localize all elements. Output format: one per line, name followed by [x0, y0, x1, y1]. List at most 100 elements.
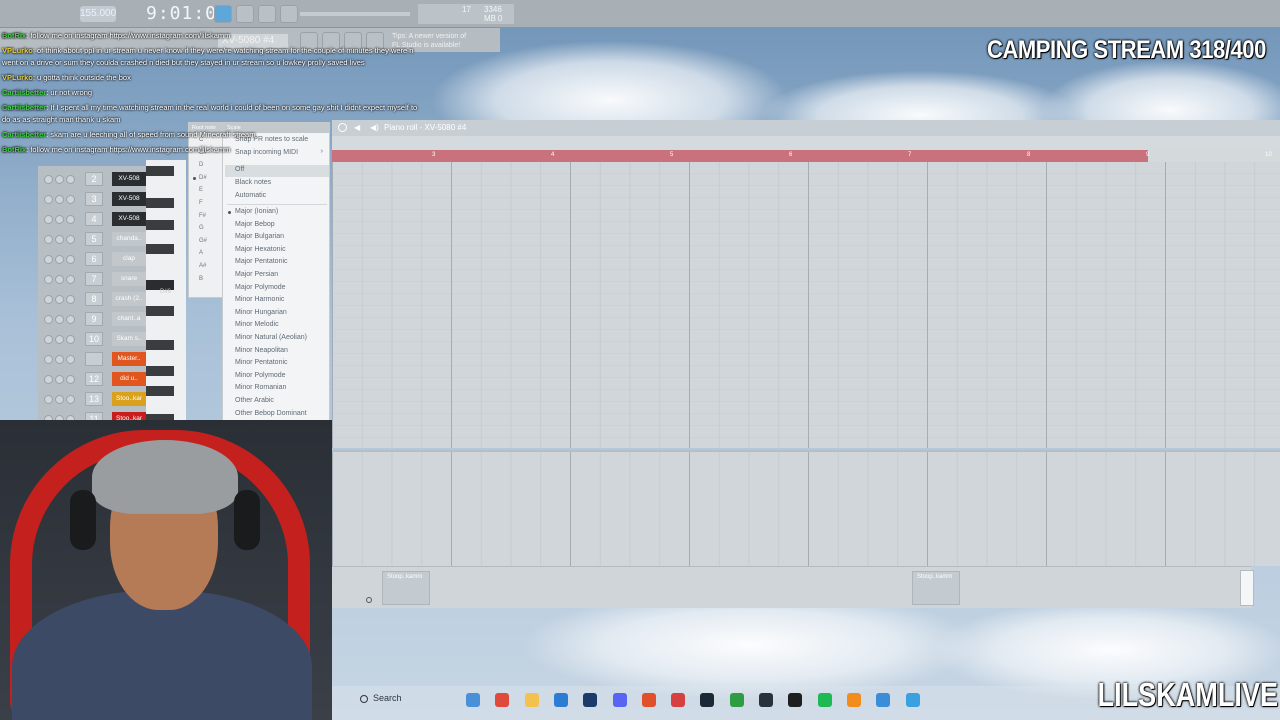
paint-icon[interactable]	[876, 693, 891, 707]
pan-knob[interactable]	[55, 335, 64, 344]
scale-item[interactable]: Minor Polymode	[235, 372, 286, 379]
scale-item[interactable]: Major Polymode	[235, 284, 286, 291]
volume-knob[interactable]	[66, 395, 75, 404]
audio-clip[interactable]: Stoop..kamm	[912, 571, 960, 605]
volume-knob[interactable]	[66, 215, 75, 224]
volume-knob[interactable]	[66, 235, 75, 244]
pan-knob[interactable]	[55, 295, 64, 304]
root-note-item[interactable]: A	[199, 250, 203, 256]
pan-knob[interactable]	[55, 395, 64, 404]
mute-led[interactable]	[44, 395, 53, 404]
channel-name-button[interactable]: did u..	[112, 372, 146, 386]
mute-led[interactable]	[44, 195, 53, 204]
piano-keyboard[interactable]: D#6	[146, 160, 186, 448]
volume-knob[interactable]	[66, 295, 75, 304]
channel-name-button[interactable]: chanda..	[112, 232, 146, 246]
task-view-icon[interactable]	[466, 693, 480, 707]
scrollbar[interactable]	[1240, 570, 1254, 606]
mute-led[interactable]	[44, 375, 53, 384]
loop-region[interactable]	[332, 150, 1148, 162]
mute-led[interactable]	[44, 215, 53, 224]
4k-downloader-icon[interactable]	[759, 693, 773, 707]
channel-name-button[interactable]: crash (2..	[112, 292, 146, 306]
spotify-icon[interactable]	[817, 693, 832, 707]
pan-knob[interactable]	[55, 355, 64, 364]
pan-knob[interactable]	[55, 235, 64, 244]
scale-item[interactable]: Minor Pentatonic	[235, 359, 288, 366]
pan-knob[interactable]	[55, 315, 64, 324]
channel-name-button[interactable]: Stoo..kar	[112, 392, 146, 406]
file-explorer-icon[interactable]	[524, 693, 539, 707]
audio-clip[interactable]: Stoop..kamm	[382, 571, 430, 605]
mixer-track-number[interactable]: 13	[85, 392, 103, 406]
root-note-item[interactable]: B	[199, 276, 203, 282]
mute-led[interactable]	[44, 175, 53, 184]
scale-item[interactable]: Major Persian	[235, 271, 278, 278]
black-key[interactable]	[146, 306, 174, 316]
scale-item[interactable]: Major Hexatonic	[235, 246, 286, 253]
black-key[interactable]	[146, 198, 174, 208]
automatic-item[interactable]: Automatic	[235, 192, 266, 199]
mute-led[interactable]	[44, 335, 53, 344]
mute-led[interactable]	[44, 235, 53, 244]
pan-knob[interactable]	[55, 195, 64, 204]
off-item[interactable]: Off	[235, 166, 244, 173]
mute-led[interactable]	[44, 275, 53, 284]
chrome-icon[interactable]	[495, 693, 510, 707]
volume-knob[interactable]	[66, 275, 75, 284]
xbox-icon[interactable]	[729, 693, 744, 707]
channel-name-button[interactable]: clap	[112, 252, 146, 266]
volume-knob[interactable]	[66, 375, 75, 384]
store-icon[interactable]	[553, 693, 568, 707]
tempo-display[interactable]: 155.000	[80, 6, 116, 22]
scale-item[interactable]: Minor Romanian	[235, 384, 286, 391]
black-key[interactable]	[146, 340, 174, 350]
master-volume-slider[interactable]	[300, 12, 410, 16]
countdown-button[interactable]	[280, 5, 298, 23]
discord-icon[interactable]	[612, 693, 627, 707]
root-note-item[interactable]: G	[199, 225, 204, 231]
wait-button[interactable]	[258, 5, 276, 23]
channel-name-button[interactable]: chant..a	[112, 312, 146, 326]
steam-icon[interactable]	[700, 693, 715, 707]
mixer-track-number[interactable]: 7	[85, 272, 103, 286]
pan-knob[interactable]	[55, 275, 64, 284]
channel-name-button[interactable]: Master..	[112, 352, 146, 366]
fl-studio-icon[interactable]	[846, 693, 861, 707]
mute-led[interactable]	[44, 255, 53, 264]
scale-item[interactable]: Major Pentatonic	[235, 258, 288, 265]
black-key[interactable]	[146, 366, 174, 376]
obs-icon[interactable]	[671, 693, 686, 707]
notepad-icon[interactable]	[905, 693, 920, 707]
black-key[interactable]: D#6	[146, 280, 174, 295]
black-key[interactable]	[146, 386, 174, 396]
root-note-item[interactable]: D#	[199, 175, 207, 181]
mixer-track-number[interactable]: 3	[85, 192, 103, 206]
root-note-item[interactable]: F#	[199, 213, 206, 219]
mixer-track-number[interactable]: 12	[85, 372, 103, 386]
scale-item[interactable]: Major Bebop	[235, 221, 275, 228]
metronome-button[interactable]	[236, 5, 254, 23]
timeline-ruler[interactable]: 3 4 5 6 7 8 9 10	[332, 150, 1280, 162]
channel-name-button[interactable]: snare	[112, 272, 146, 286]
volume-knob[interactable]	[66, 195, 75, 204]
pan-knob[interactable]	[55, 375, 64, 384]
mixer-track-number[interactable]: 10	[85, 332, 103, 346]
taskbar-search[interactable]: Search	[373, 693, 402, 703]
photoshop-icon[interactable]	[583, 693, 598, 707]
root-note-item[interactable]: A#	[199, 263, 206, 269]
black-key[interactable]	[146, 220, 174, 230]
scale-item[interactable]: Minor Natural (Aeolian)	[235, 334, 307, 341]
scale-item[interactable]: Minor Melodic	[235, 321, 279, 328]
mute-led[interactable]	[44, 355, 53, 364]
black-key[interactable]	[146, 244, 174, 254]
mixer-track-number[interactable]	[85, 352, 103, 366]
black-notes-item[interactable]: Black notes	[235, 179, 271, 186]
mixer-track-number[interactable]: 8	[85, 292, 103, 306]
pattern-mode-button[interactable]	[214, 5, 232, 23]
brave-icon[interactable]	[641, 693, 656, 707]
scale-item[interactable]: Other Arabic	[235, 397, 274, 404]
capcut-icon[interactable]	[788, 693, 803, 707]
pan-knob[interactable]	[55, 175, 64, 184]
volume-knob[interactable]	[66, 175, 75, 184]
